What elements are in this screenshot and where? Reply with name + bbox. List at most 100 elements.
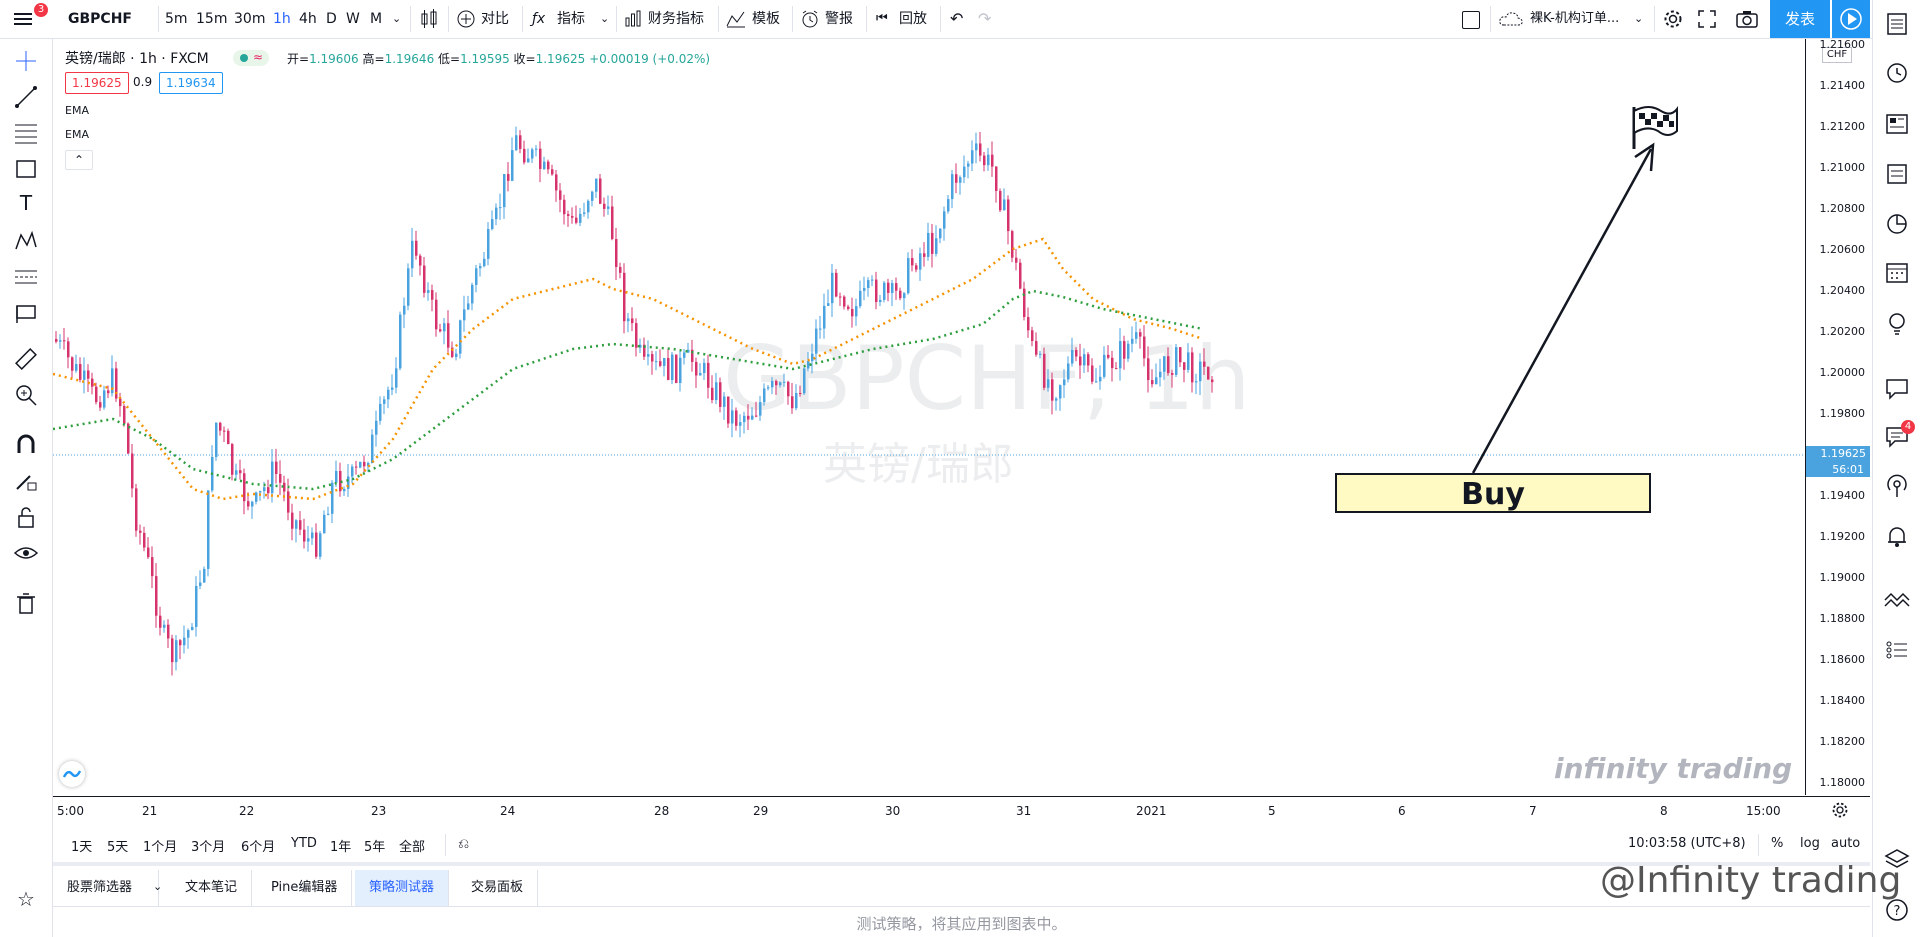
unlock-icon[interactable] [12, 503, 40, 531]
tradingview-logo[interactable] [59, 761, 85, 787]
function-icon[interactable]: ƒx [532, 0, 545, 38]
indicators-button[interactable]: 指标 [557, 0, 585, 38]
tab-strategy-tester[interactable]: 策略测试器 [355, 870, 450, 906]
interval-15m[interactable]: 15m [196, 0, 227, 38]
star-icon[interactable]: ☆ [12, 887, 40, 915]
alarm-clock-icon[interactable] [1883, 58, 1911, 86]
time-axis[interactable]: 5:00 21 22 23 24 28 29 30 31 2021 5 6 7 … [53, 796, 1870, 825]
indicator-ema-1[interactable]: EMA [65, 104, 89, 117]
replay-button[interactable]: 回放 [899, 0, 927, 38]
collapse-legend-icon[interactable]: ⌃ [65, 150, 93, 170]
symbol-title[interactable]: 英镑/瑞郎 · 1h · FXCM [65, 48, 209, 68]
interval-m[interactable]: M [370, 0, 382, 38]
interval-30m[interactable]: 30m [234, 0, 265, 38]
checkbox-icon[interactable] [1462, 11, 1480, 29]
tab-stock-screener[interactable]: 股票筛选器 [53, 870, 160, 906]
bell-icon[interactable] [1883, 522, 1911, 550]
settings-gear-icon[interactable] [1662, 8, 1684, 34]
ideas-bulb-icon[interactable] [1883, 310, 1911, 338]
range-1d[interactable]: 1天 [71, 836, 92, 855]
indicator-ema-2[interactable]: EMA [65, 128, 89, 141]
target-arrow[interactable] [1471, 148, 1653, 474]
fullscreen-icon[interactable] [1698, 10, 1716, 32]
interval-5m[interactable]: 5m [165, 0, 188, 38]
range-5y[interactable]: 5年 [364, 836, 385, 855]
range-ytd[interactable]: YTD [291, 836, 317, 851]
rectangle-icon[interactable] [12, 155, 40, 183]
auto-toggle[interactable]: auto [1831, 836, 1860, 851]
range-1y[interactable]: 1年 [330, 836, 351, 855]
data-window-icon[interactable] [1883, 636, 1911, 664]
crosshair-icon[interactable] [12, 47, 40, 75]
layout-name[interactable]: 裸K-机构订单... [1530, 0, 1619, 38]
candles-icon[interactable] [418, 8, 440, 34]
tab-pine-editor[interactable]: Pine编辑器 [257, 870, 353, 906]
flag-icon[interactable] [12, 299, 40, 327]
tab-text-notes[interactable]: 文本笔记 [171, 870, 253, 906]
chevron-down-icon[interactable]: ⌄ [153, 880, 162, 893]
lock-pencil-icon[interactable] [12, 467, 40, 495]
financials-button[interactable]: 财务指标 [648, 0, 704, 38]
alert-clock-icon[interactable] [800, 9, 820, 33]
news-icon[interactable] [1883, 110, 1911, 138]
templates-button[interactable]: 模板 [752, 0, 780, 38]
trading-panel-icon[interactable] [1883, 586, 1911, 614]
range-6m[interactable]: 6个月 [241, 836, 275, 855]
interval-1h[interactable]: 1h [273, 0, 291, 38]
market-status-icon[interactable]: ≈ [233, 50, 269, 66]
goto-date-icon[interactable]: ⎌ [458, 836, 469, 852]
chevron-down-icon[interactable]: ⌄ [600, 0, 609, 38]
interval-d[interactable]: D [326, 0, 337, 38]
symbol-search[interactable]: GBPCHF [68, 0, 132, 38]
buy-price-button[interactable]: 1.19634 [159, 72, 223, 94]
broadcast-icon[interactable] [1883, 472, 1911, 500]
eye-icon[interactable] [12, 539, 40, 567]
zoom-in-icon[interactable] [12, 381, 40, 409]
financials-icon[interactable] [624, 10, 642, 32]
trend-line-icon[interactable] [12, 83, 40, 111]
percent-toggle[interactable]: % [1771, 836, 1783, 851]
price-tick: 1.19000 [1819, 571, 1866, 584]
fib-icon[interactable] [12, 119, 40, 147]
watchlist-icon[interactable] [1883, 10, 1911, 38]
magnet-icon[interactable] [12, 431, 40, 459]
checkered-flag-icon[interactable] [1632, 106, 1678, 149]
templates-icon[interactable] [726, 10, 746, 32]
range-3m[interactable]: 3个月 [191, 836, 225, 855]
price-axis[interactable]: CHF 1.21600 1.21400 1.21200 1.21000 1.20… [1805, 38, 1871, 795]
calendar-list-icon[interactable] [1883, 160, 1911, 188]
clock-timezone[interactable]: 10:03:58 (UTC+8) [1628, 836, 1746, 851]
range-1m[interactable]: 1个月 [143, 836, 177, 855]
hotlist-icon[interactable] [1883, 210, 1911, 238]
text-tool-icon[interactable]: T [12, 191, 40, 219]
calendar-icon[interactable] [1883, 258, 1911, 286]
candle-body [191, 626, 194, 631]
camera-icon[interactable] [1736, 10, 1758, 32]
axis-settings-gear-icon[interactable] [1831, 801, 1849, 822]
alerts-button[interactable]: 警报 [825, 0, 853, 38]
menu-icon[interactable] [12, 8, 36, 30]
interval-w[interactable]: W [346, 0, 360, 38]
ruler-icon[interactable] [12, 345, 40, 373]
candle-body [667, 358, 670, 381]
interval-4h[interactable]: 4h [299, 0, 317, 38]
publish-button[interactable]: 发表 [1770, 0, 1830, 38]
trash-icon[interactable] [12, 589, 40, 617]
undo-icon[interactable]: ↶ [950, 0, 963, 38]
pattern-icon[interactable] [12, 227, 40, 255]
log-toggle[interactable]: log [1800, 836, 1820, 851]
replay-icon[interactable]: ⏮ [876, 0, 888, 38]
chevron-down-icon[interactable]: ⌄ [1634, 0, 1643, 38]
range-all[interactable]: 全部 [399, 836, 425, 855]
prediction-icon[interactable] [12, 263, 40, 291]
play-button[interactable] [1832, 0, 1870, 38]
range-5d[interactable]: 5天 [107, 836, 128, 855]
redo-icon[interactable]: ↷ [978, 0, 991, 38]
tab-trading-panel[interactable]: 交易面板 [457, 870, 539, 906]
chat-icon[interactable] [1883, 374, 1911, 402]
compare-button[interactable]: 对比 [481, 0, 509, 38]
sell-price-button[interactable]: 1.19625 [65, 72, 129, 94]
buy-zone-annotation[interactable]: Buy [1335, 473, 1651, 513]
chevron-down-icon[interactable]: ⌄ [392, 0, 401, 38]
compare-icon[interactable] [456, 9, 476, 33]
